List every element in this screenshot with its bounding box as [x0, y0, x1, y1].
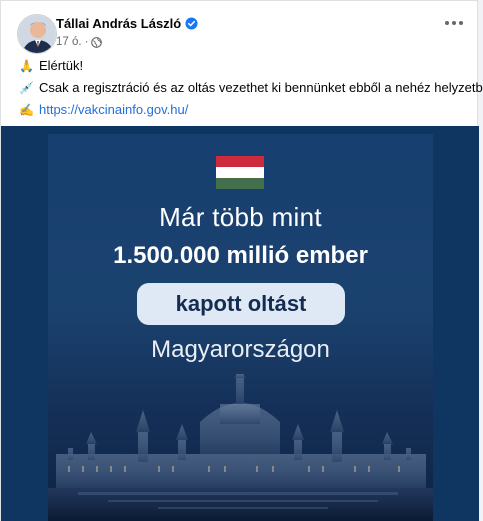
vakcinainfo-link[interactable]: https://vakcinainfo.gov.hu/ [39, 102, 188, 117]
more-options-dot [452, 21, 456, 25]
more-options-dot [459, 21, 463, 25]
poster-country: Magyarországon [151, 336, 330, 363]
post-text-line: 💉 Csak a regisztráció és az oltás vezeth… [19, 80, 483, 95]
post-text: Csak a regisztráció és az oltás vezethet… [39, 80, 483, 95]
folded-hands-icon: 🙏 [19, 58, 34, 73]
post-text-line: ✍ https://vakcinainfo.gov.hu/ [19, 102, 188, 117]
globe-icon[interactable] [91, 36, 103, 48]
post-text-line: 🙏 Elértük! [19, 58, 83, 73]
author-name[interactable]: Tállai András László [56, 16, 198, 31]
meta-separator: · [84, 36, 89, 48]
post-text: Elértük! [39, 58, 84, 73]
more-options-button[interactable] [439, 11, 469, 35]
poster-highlight: kapott oltást [137, 283, 345, 325]
writing-hand-icon: ✍ [19, 102, 34, 117]
post-timestamp[interactable]: 17 ó. [56, 36, 82, 48]
vaccination-poster: Már több mint 1.500.000 millió ember kap… [48, 134, 433, 521]
verified-badge-icon [185, 17, 198, 30]
parliament-building-icon [48, 374, 433, 521]
post-image[interactable]: Már több mint 1.500.000 millió ember kap… [1, 126, 479, 521]
author-avatar[interactable] [17, 14, 57, 54]
poster-highlight-text: kapott oltást [175, 291, 307, 316]
syringe-icon: 💉 [19, 80, 34, 95]
more-options-icon [445, 21, 449, 25]
poster-count: 1.500.000 millió ember [113, 242, 368, 269]
poster-headline: Már több mint [159, 202, 322, 232]
hungarian-flag-icon [216, 156, 264, 189]
author-name-text[interactable]: Tállai András László [56, 16, 181, 31]
post-meta: 17 ó. · [56, 36, 103, 48]
facebook-post: Tállai András László 17 ó. · 🙏 Elértük! … [0, 0, 483, 521]
